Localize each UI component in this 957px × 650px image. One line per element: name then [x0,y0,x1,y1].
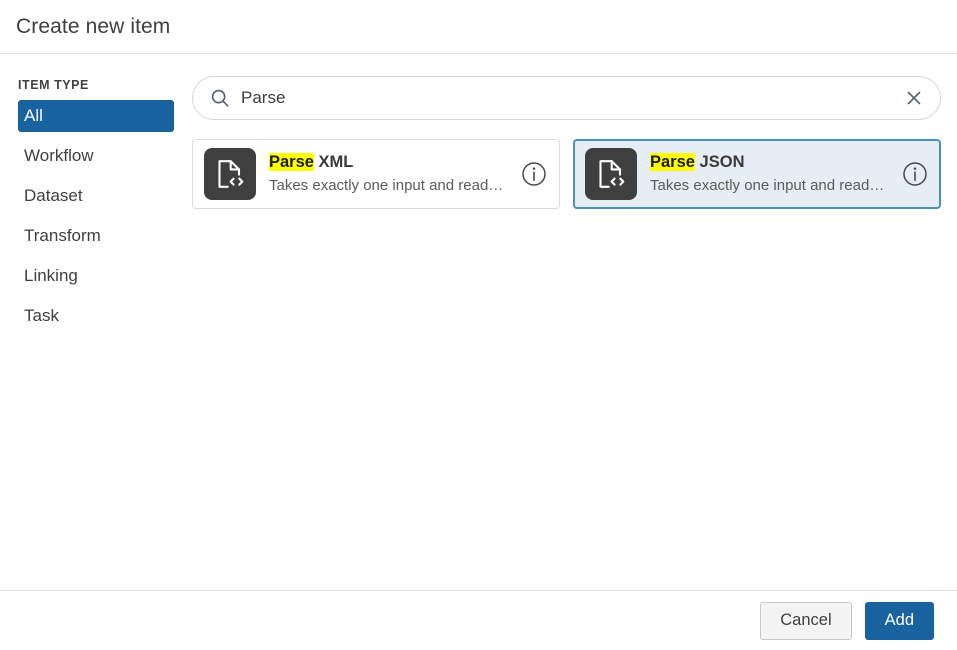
search-bar[interactable] [192,76,941,120]
result-title-rest: JSON [695,153,745,171]
cancel-button[interactable]: Cancel [760,602,851,640]
dialog-footer: Cancel Add [0,590,957,650]
dialog-header: Create new item [0,0,957,54]
result-card-text: Parse XML Takes exactly one input and re… [256,152,521,195]
result-title-rest: XML [314,153,353,171]
info-icon[interactable] [902,161,928,187]
page-title: Create new item [16,16,170,37]
result-card-description: Takes exactly one input and read… [269,177,513,196]
dialog-body: ITEM TYPE All Workflow Dataset Transform… [0,54,957,590]
sidebar-item-dataset[interactable]: Dataset [18,180,174,212]
sidebar: ITEM TYPE All Workflow Dataset Transform… [0,54,192,340]
sidebar-item-transform[interactable]: Transform [18,220,174,252]
create-new-item-dialog: Create new item ITEM TYPE All Workflow D… [0,0,957,650]
sidebar-item-label: Workflow [24,146,94,166]
info-icon[interactable] [521,161,547,187]
result-card-parse-xml[interactable]: Parse XML Takes exactly one input and re… [192,139,560,209]
search-input[interactable] [241,88,894,108]
sidebar-item-label: Transform [24,226,101,246]
result-card-title: Parse XML [269,152,513,173]
search-icon [209,87,231,109]
sidebar-item-task[interactable]: Task [18,300,174,332]
file-code-icon [204,148,256,200]
file-code-icon [585,148,637,200]
result-card-title: Parse JSON [650,152,894,173]
sidebar-list: All Workflow Dataset Transform Linking T… [0,100,192,332]
sidebar-item-label: Linking [24,266,78,286]
main-panel: Parse XML Takes exactly one input and re… [192,54,957,209]
sidebar-item-label: Dataset [24,186,83,206]
result-card-text: Parse JSON Takes exactly one input and r… [637,152,902,195]
result-title-highlight: Parse [650,153,695,171]
sidebar-item-linking[interactable]: Linking [18,260,174,292]
file-code-glyph [215,158,245,190]
add-button[interactable]: Add [865,602,934,640]
result-title-highlight: Parse [269,153,314,171]
sidebar-heading: ITEM TYPE [0,78,192,100]
sidebar-item-label: Task [24,306,59,326]
result-card-description: Takes exactly one input and read… [650,177,894,196]
close-icon[interactable] [902,86,926,110]
sidebar-item-workflow[interactable]: Workflow [18,140,174,172]
sidebar-item-label: All [24,106,43,126]
sidebar-item-all[interactable]: All [18,100,174,132]
results-grid: Parse XML Takes exactly one input and re… [192,139,941,209]
file-code-glyph [596,158,626,190]
result-card-parse-json[interactable]: Parse JSON Takes exactly one input and r… [573,139,941,209]
